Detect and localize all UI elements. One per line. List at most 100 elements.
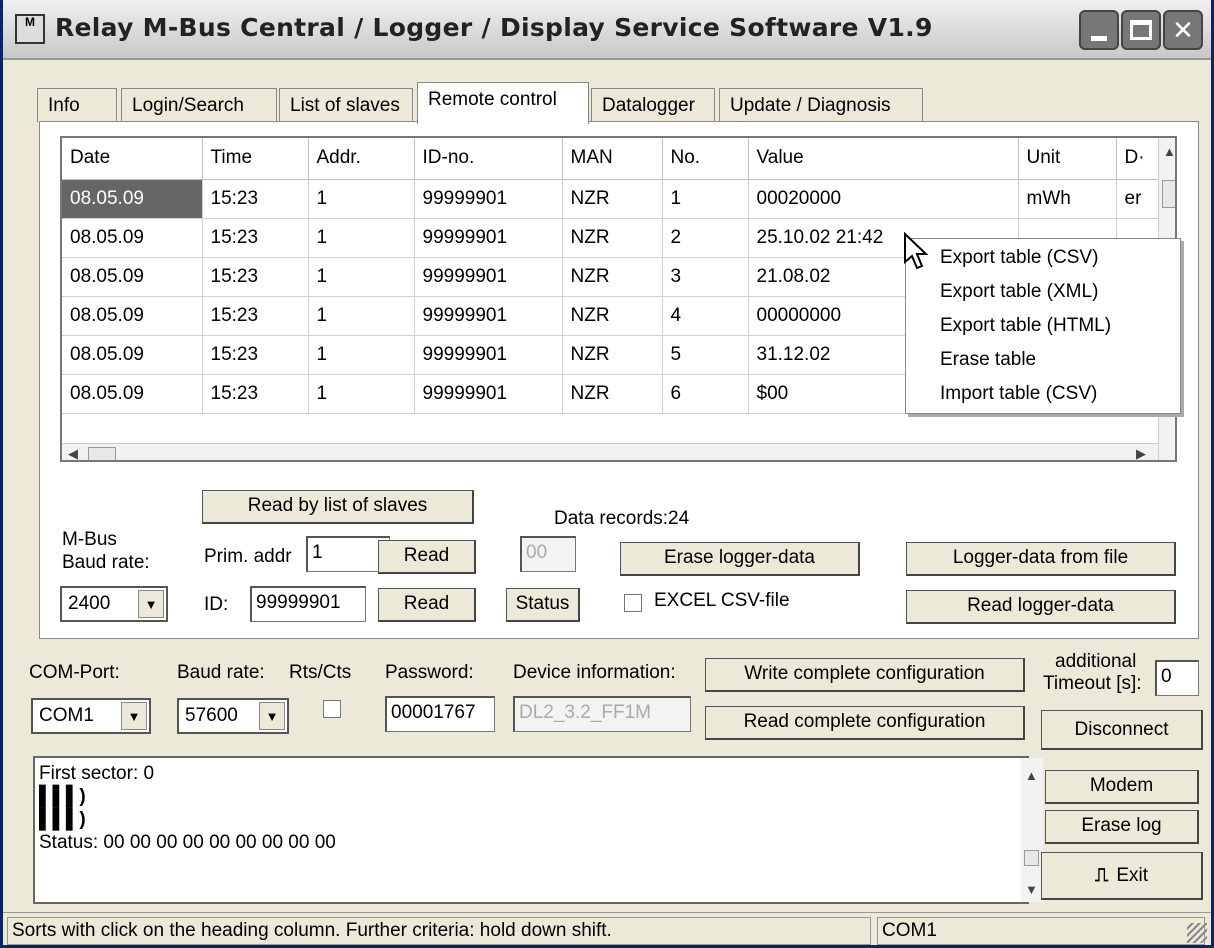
col-header-unit[interactable]: Unit: [1018, 138, 1117, 180]
scroll-thumb[interactable]: [1024, 850, 1039, 866]
col-header-time[interactable]: Time: [202, 138, 309, 180]
rtscts-checkbox[interactable]: [323, 700, 341, 718]
exit-button[interactable]: ⎍ Exit: [1041, 852, 1203, 900]
table-cell[interactable]: 99999901: [414, 179, 563, 219]
tab-update-diagnosis[interactable]: Update / Diagnosis: [719, 88, 923, 122]
table-cell[interactable]: 15:23: [202, 335, 309, 375]
read-prim-addr-button[interactable]: Read: [378, 540, 476, 574]
write-config-button[interactable]: Write complete configuration: [705, 658, 1025, 692]
id-input[interactable]: 99999901: [250, 586, 366, 622]
tab-remote-control[interactable]: Remote control: [417, 82, 589, 124]
table-cell[interactable]: 6: [662, 374, 749, 414]
erase-logger-data-button[interactable]: Erase logger-data: [620, 542, 860, 576]
timeout-input[interactable]: 0: [1155, 660, 1199, 696]
baud-rate-select[interactable]: 57600 ▼: [177, 698, 289, 734]
menu-item-export-html[interactable]: Export table (HTML): [940, 315, 1111, 337]
table-cell[interactable]: 1: [662, 179, 749, 219]
scroll-up-icon[interactable]: ▲: [1025, 764, 1038, 787]
table-cell[interactable]: 15:23: [202, 374, 309, 414]
status-button[interactable]: Status: [506, 588, 580, 622]
table-cell[interactable]: 08.05.09: [62, 374, 203, 414]
table-cell[interactable]: 1: [308, 257, 415, 297]
menu-item-export-xml[interactable]: Export table (XML): [940, 281, 1098, 303]
logger-data-from-file-button[interactable]: Logger-data from file: [906, 542, 1176, 576]
table-cell[interactable]: NZR: [562, 296, 663, 336]
password-input[interactable]: 00001767: [385, 696, 495, 732]
table-row[interactable]: 08.05.09 15:23 1 99999901 NZR 1 00020000…: [62, 179, 1159, 219]
table-cell[interactable]: 08.05.09: [62, 179, 203, 219]
table-cell[interactable]: 99999901: [414, 218, 563, 258]
log-vertical-scrollbar[interactable]: ▲ ▼: [1021, 758, 1043, 902]
table-cell[interactable]: 4: [662, 296, 749, 336]
table-cell[interactable]: 2: [662, 218, 749, 258]
table-cell[interactable]: 08.05.09: [62, 296, 203, 336]
records-input[interactable]: 00: [520, 536, 576, 572]
disconnect-button[interactable]: Disconnect: [1041, 710, 1203, 750]
scroll-right-icon[interactable]: ▶: [1136, 446, 1146, 460]
read-by-list-button[interactable]: Read by list of slaves: [202, 490, 474, 524]
mbus-baud-select[interactable]: 2400 ▼: [60, 586, 168, 622]
table-cell[interactable]: 1: [308, 335, 415, 375]
maximize-button[interactable]: [1121, 10, 1161, 50]
table-cell[interactable]: 15:23: [202, 257, 309, 297]
table-cell[interactable]: 1: [308, 218, 415, 258]
scroll-thumb[interactable]: [88, 447, 116, 460]
scroll-thumb[interactable]: [1162, 180, 1175, 208]
minimize-button[interactable]: [1079, 10, 1119, 50]
table-horizontal-scrollbar[interactable]: ◀ ▶: [62, 443, 1158, 460]
com-port-select[interactable]: COM1 ▼: [31, 698, 151, 734]
table-cell[interactable]: 99999901: [414, 374, 563, 414]
col-header-addr[interactable]: Addr.: [308, 138, 415, 180]
table-cell[interactable]: 15:23: [202, 179, 309, 219]
scroll-left-icon[interactable]: ◀: [68, 446, 78, 460]
tab-info[interactable]: Info: [37, 88, 117, 122]
table-cell[interactable]: 1: [308, 374, 415, 414]
table-cell[interactable]: 1: [308, 296, 415, 336]
col-header-id-no[interactable]: ID-no.: [414, 138, 563, 180]
table-cell[interactable]: 08.05.09: [62, 218, 203, 258]
table-cell[interactable]: 08.05.09: [62, 257, 203, 297]
chevron-down-icon[interactable]: ▼: [121, 702, 147, 730]
modem-button[interactable]: Modem: [1045, 770, 1199, 804]
excel-csv-checkbox[interactable]: [624, 594, 642, 612]
menu-item-import-csv[interactable]: Import table (CSV): [940, 383, 1097, 405]
erase-log-button[interactable]: Erase log: [1045, 810, 1199, 844]
col-header-man[interactable]: MAN: [562, 138, 663, 180]
table-cell[interactable]: NZR: [562, 335, 663, 375]
table-cell[interactable]: 99999901: [414, 335, 563, 375]
scroll-down-icon[interactable]: ▼: [1025, 878, 1038, 901]
table-cell[interactable]: 15:23: [202, 296, 309, 336]
chevron-down-icon[interactable]: ▼: [138, 590, 164, 618]
table-cell[interactable]: er: [1116, 179, 1159, 219]
read-config-button[interactable]: Read complete configuration: [705, 706, 1025, 740]
table-cell[interactable]: NZR: [562, 218, 663, 258]
chevron-down-icon[interactable]: ▼: [259, 702, 285, 730]
table-cell[interactable]: 1: [308, 179, 415, 219]
read-logger-data-button[interactable]: Read logger-data: [906, 590, 1176, 624]
title-bar[interactable]: M Relay M-Bus Central / Logger / Display…: [3, 0, 1211, 60]
menu-item-erase-table[interactable]: Erase table: [940, 349, 1036, 371]
menu-item-export-csv[interactable]: Export table (CSV): [940, 247, 1098, 269]
col-header-no[interactable]: No.: [662, 138, 749, 180]
table-cell[interactable]: 3: [662, 257, 749, 297]
col-header-value[interactable]: Value: [748, 138, 1019, 180]
table-cell[interactable]: 00020000: [748, 179, 1019, 219]
table-cell[interactable]: NZR: [562, 257, 663, 297]
log-output[interactable]: First sector: 0 ▌▌▌) ▌▌▌) Status: 00 00 …: [33, 756, 1043, 904]
table-cell[interactable]: 99999901: [414, 296, 563, 336]
table-cell[interactable]: 99999901: [414, 257, 563, 297]
col-header-description[interactable]: D·: [1116, 138, 1159, 180]
table-cell[interactable]: NZR: [562, 374, 663, 414]
tab-datalogger[interactable]: Datalogger: [591, 88, 715, 122]
close-button[interactable]: ✕: [1163, 10, 1203, 50]
table-cell[interactable]: mWh: [1018, 179, 1117, 219]
resize-grip-icon[interactable]: [1187, 923, 1207, 943]
table-cell[interactable]: 5: [662, 335, 749, 375]
table-cell[interactable]: 15:23: [202, 218, 309, 258]
col-header-date[interactable]: Date: [62, 138, 203, 180]
table-cell[interactable]: NZR: [562, 179, 663, 219]
tab-list-of-slaves[interactable]: List of slaves: [279, 88, 413, 122]
read-id-button[interactable]: Read: [378, 588, 476, 622]
scroll-up-icon[interactable]: ▲: [1163, 144, 1175, 159]
tab-login-search[interactable]: Login/Search: [121, 88, 277, 122]
